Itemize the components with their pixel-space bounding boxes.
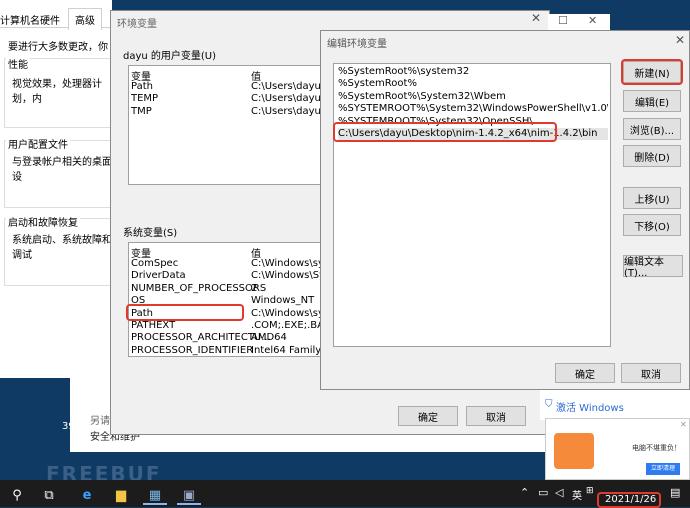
system-settings-icon[interactable]: ▣ xyxy=(178,485,200,505)
number-39: 39 xyxy=(62,421,75,432)
edit-ok-button[interactable]: 确定 xyxy=(555,363,615,383)
table-row[interactable]: ComSpec C:\Windows\syste xyxy=(131,258,337,270)
table-row[interactable]: TEMP C:\Users\dayu\Ap xyxy=(131,93,337,105)
cleanup-ad-popup: 电脑不堪重负！ 立即清理 ✕ xyxy=(545,418,690,480)
var-value: Windows_NT xyxy=(251,295,315,307)
startup-desc: 系统启动、系统故障和调试 xyxy=(12,235,112,261)
chevron-up-icon[interactable]: ⌃ xyxy=(520,486,529,499)
tab-computer-name[interactable]: 计算机名 xyxy=(0,12,40,27)
notification-icon[interactable]: ▤ xyxy=(670,486,680,499)
bg-window-titlebar: ☐ ✕ xyxy=(548,14,610,30)
table-row[interactable]: TMP C:\Users\dayu\Ap xyxy=(131,105,337,118)
perf-desc: 视觉效果，处理器计划，内 xyxy=(12,79,102,105)
profile-title: 用户配置文件 xyxy=(6,136,70,151)
edit-env-close-icon[interactable]: ✕ xyxy=(675,33,685,47)
user-vars-label: dayu 的用户变量(U) xyxy=(123,51,217,62)
var-name: Path xyxy=(131,81,153,92)
env-vars-title: 环境变量 xyxy=(117,19,157,30)
taskbar-active-indicator xyxy=(177,503,201,505)
tab-hardware[interactable]: 硬件 xyxy=(40,12,60,27)
var-name: PROCESSOR_IDENTIFIER xyxy=(131,344,254,356)
edit-text-button[interactable]: 编辑文本(T)... xyxy=(623,255,683,279)
var-name: TMP xyxy=(131,105,152,117)
ime-indicator[interactable]: 英 xyxy=(572,487,582,502)
profile-desc: 与登录帐户相关的桌面设 xyxy=(12,157,112,183)
move-down-button[interactable]: 下移(O) xyxy=(623,214,681,236)
table-row[interactable]: PROCESSOR_ARCHITECTU...AMD64 xyxy=(131,332,337,344)
volume-icon[interactable]: ◁ xyxy=(555,486,563,499)
control-panel-icon[interactable]: ▦ xyxy=(144,485,166,505)
other-text: 另请 xyxy=(90,416,110,427)
user-vars-list[interactable]: 变量 值 Path C:\Users\dayu\Ap TEMP C:\Users\d… xyxy=(128,65,338,185)
edge-browser-icon[interactable]: e xyxy=(76,485,98,505)
sysprops-tabbar: 计算机名 硬件 高级 xyxy=(0,8,112,30)
ad-cleanup-button[interactable]: 立即清理 xyxy=(646,463,680,475)
var-name: NUMBER_OF_PROCESSORS xyxy=(131,282,267,294)
close-icon[interactable]: ✕ xyxy=(588,14,597,27)
env-ok-button[interactable]: 确定 xyxy=(398,406,458,426)
task-view-icon[interactable]: ⧉ xyxy=(38,485,60,505)
table-row[interactable]: NUMBER_OF_PROCESSORS2 xyxy=(131,282,337,295)
search-icon[interactable]: ⚲ xyxy=(6,485,28,505)
path-row-highlight xyxy=(126,304,244,321)
path-entry[interactable]: %SystemRoot%\System32\Wbem xyxy=(338,91,608,103)
startup-title: 启动和故障恢复 xyxy=(6,214,80,229)
var-value: AMD64 xyxy=(251,332,287,344)
var-name: PROCESSOR_ARCHITECTU... xyxy=(131,332,271,344)
new-entry-highlight xyxy=(333,122,557,142)
system-properties-window: 计算机名 硬件 高级 要进行大多数更改，你必须 性能 视觉效果，处理器计划，内 … xyxy=(0,0,112,378)
browse-button[interactable]: 浏览(B)... xyxy=(623,118,681,140)
edit-env-title: 编辑环境变量 xyxy=(327,39,387,50)
ad-illustration xyxy=(554,433,594,469)
sys-vars-list[interactable]: 变量 值 ComSpec C:\Windows\syste DriverData C… xyxy=(128,242,338,357)
path-entry[interactable]: %SYSTEMROOT%\System32\WindowsPowerShell\… xyxy=(338,103,608,115)
move-up-button[interactable]: 上移(U) xyxy=(623,187,681,209)
ad-text: 电脑不堪重负！ xyxy=(632,444,681,452)
file-explorer-icon[interactable]: ▆ xyxy=(110,485,132,505)
delete-button[interactable]: 删除(D) xyxy=(623,145,681,167)
activate-windows-panel: ⛉ 激活 Windows xyxy=(540,390,690,420)
edit-button[interactable]: 编辑(E) xyxy=(623,90,681,112)
edit-cancel-button[interactable]: 取消 xyxy=(621,363,681,383)
env-cancel-button[interactable]: 取消 xyxy=(466,406,526,426)
path-entry[interactable]: %SystemRoot%\system32 xyxy=(338,66,608,78)
table-row[interactable]: Path C:\Users\dayu\Ap xyxy=(131,81,337,93)
table-row[interactable]: PROCESSOR_IDENTIFIERIntel64 Family 6 M xyxy=(131,344,337,356)
var-name: TEMP xyxy=(131,93,159,105)
env-vars-close-icon[interactable]: ✕ xyxy=(531,11,541,25)
shield-icon: ⛉ xyxy=(545,399,553,410)
tab-advanced[interactable]: 高级 xyxy=(68,8,102,30)
user-vars-rows: Path C:\Users\dayu\Ap TEMP C:\Users\dayu\A… xyxy=(131,81,337,118)
new-button-highlight xyxy=(621,59,683,85)
var-value: 2 xyxy=(251,282,258,294)
table-row[interactable]: DriverData C:\Windows\Syste xyxy=(131,270,337,282)
date-highlight xyxy=(597,492,661,508)
tray-app-icon[interactable]: ⊞ xyxy=(586,486,594,496)
var-name: ComSpec xyxy=(131,258,179,269)
path-entry[interactable]: %SystemRoot% xyxy=(338,78,608,90)
var-name: DriverData xyxy=(131,270,186,282)
activate-windows-text[interactable]: 激活 Windows xyxy=(556,399,624,414)
taskbar-active-indicator xyxy=(143,503,167,505)
table-row[interactable]: PATHEXT .COM;.EXE;.BAT;.C xyxy=(131,319,337,332)
var-name: PATHEXT xyxy=(131,319,176,331)
sys-vars-label: 系统变量(S) xyxy=(123,228,178,239)
edit-env-dialog: 编辑环境变量 ✕ %SystemRoot%\system32 %SystemRo… xyxy=(320,30,690,390)
perf-title: 性能 xyxy=(6,56,30,71)
network-icon[interactable]: ▭ xyxy=(538,486,548,499)
maximize-icon[interactable]: ☐ xyxy=(558,14,568,27)
path-entries-list[interactable]: %SystemRoot%\system32 %SystemRoot% %Syst… xyxy=(333,63,611,347)
ad-close-icon[interactable]: ✕ xyxy=(680,420,687,429)
